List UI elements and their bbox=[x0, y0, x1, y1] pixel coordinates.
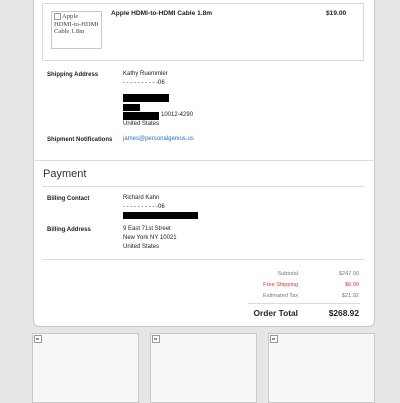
redacted-apt bbox=[123, 104, 140, 111]
recommendation-tile-1[interactable] bbox=[32, 333, 139, 403]
item-left-border bbox=[42, 3, 43, 60]
shipping-name: Kathy Ruemmler bbox=[123, 71, 168, 77]
product-name[interactable]: Apple HDMI-to-HDMI Cable 1.8m bbox=[111, 10, 212, 17]
shipping-zip: 10012-4290 bbox=[161, 112, 194, 118]
product-image[interactable]: Apple HDMI-to-HDMI Cable 1.8m bbox=[51, 11, 102, 49]
payment-title: Payment bbox=[43, 168, 87, 180]
order-total-divider bbox=[248, 303, 360, 304]
order-summary-card bbox=[33, 0, 375, 327]
billing-address-label: Billing Address bbox=[47, 227, 91, 233]
recommendation-tile-2[interactable] bbox=[150, 333, 257, 403]
recommendation-tile-3[interactable] bbox=[268, 333, 375, 403]
item-bottom-divider bbox=[42, 60, 364, 61]
free-shipping-label: Free Shipping bbox=[263, 282, 298, 288]
billing-address-line2: New York NY 10021 bbox=[123, 235, 177, 241]
broken-image-icon bbox=[270, 335, 278, 343]
shipping-value: $0.00 bbox=[345, 282, 359, 288]
shipping-phone: - - - - - - - - - -06 bbox=[123, 80, 165, 86]
broken-image-icon bbox=[54, 13, 61, 20]
broken-image-icon bbox=[152, 335, 160, 343]
billing-phone: - - - - - - - - - -06 bbox=[123, 204, 165, 210]
billing-contact-label: Billing Contact bbox=[47, 196, 90, 202]
section-divider bbox=[33, 160, 375, 161]
redacted-billing-email bbox=[123, 212, 198, 219]
totals-divider bbox=[42, 259, 364, 260]
redacted-city bbox=[123, 112, 159, 120]
subtotal-value: $247.00 bbox=[338, 271, 359, 277]
notification-email-link[interactable]: james@personalgenius.us bbox=[123, 135, 194, 144]
redacted-street bbox=[123, 94, 169, 102]
item-right-border bbox=[363, 3, 364, 60]
order-total-value: $268.92 bbox=[328, 308, 359, 318]
billing-name: Richard Kahn bbox=[123, 195, 160, 201]
billing-address-line1: 9 East 71st Street bbox=[123, 226, 171, 232]
estimated-tax-label: Estimated Tax bbox=[262, 293, 298, 299]
product-price: $19.00 bbox=[326, 10, 347, 17]
item-top-divider bbox=[42, 3, 364, 4]
broken-image-icon bbox=[34, 335, 42, 343]
subtotal-label: Subtotal bbox=[277, 271, 298, 277]
billing-address-country: United States bbox=[123, 244, 160, 250]
order-total-label: Order Total bbox=[253, 308, 298, 318]
shipment-notifications-label: Shipment Notifications bbox=[47, 137, 113, 143]
shipping-country: United States bbox=[123, 121, 160, 127]
shipping-address-label: Shipping Address bbox=[47, 72, 99, 78]
estimated-tax-value: $21.92 bbox=[341, 293, 359, 299]
payment-title-divider bbox=[42, 186, 364, 187]
